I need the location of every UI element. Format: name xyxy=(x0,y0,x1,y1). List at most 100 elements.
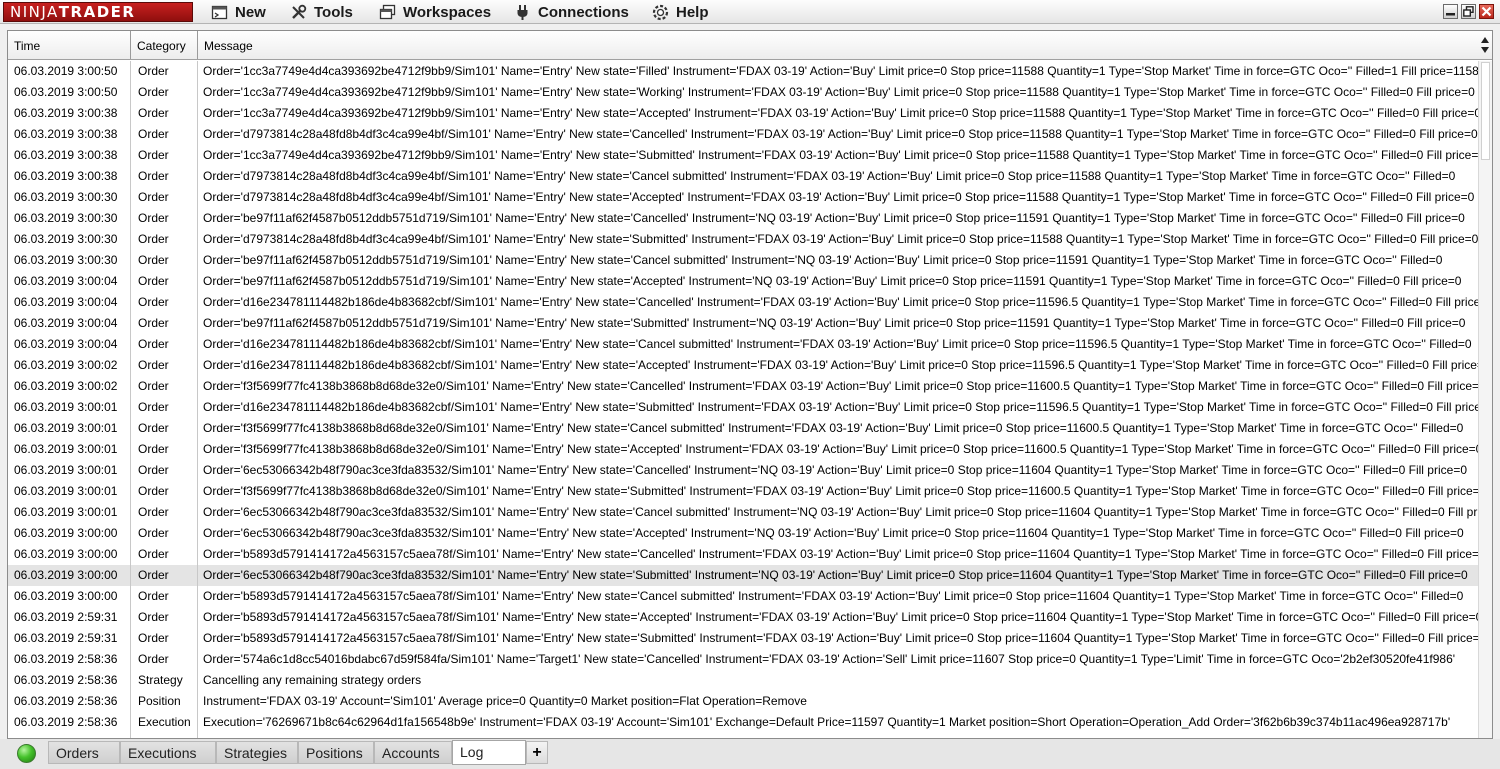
log-cell-time: 06.03.2019 3:00:04 xyxy=(14,316,118,330)
menu-workspaces[interactable]: Workspaces xyxy=(379,2,491,22)
restore-icon xyxy=(1463,6,1474,17)
log-row[interactable]: 06.03.2019 3:00:30 Order Order='be97f11af6… xyxy=(8,208,1478,229)
log-row[interactable]: 06.03.2019 3:00:01 Order Order='6ec5306634… xyxy=(8,502,1478,523)
log-row[interactable]: 06.03.2019 2:58:36 Execution Execution='76… xyxy=(8,712,1478,733)
log-cell-time: 06.03.2019 3:00:04 xyxy=(14,274,118,288)
menu-connections[interactable]: Connections xyxy=(514,2,629,22)
log-cell-time: 06.03.2019 3:00:50 xyxy=(14,64,118,78)
log-row[interactable]: 06.03.2019 2:58:36 Order Order='574a6c1d8c… xyxy=(8,649,1478,670)
log-cell-time: 06.03.2019 3:00:00 xyxy=(14,568,118,582)
log-row[interactable]: 06.03.2019 3:00:04 Order Order='d16e234781… xyxy=(8,334,1478,355)
log-cell-category: Order xyxy=(138,295,169,309)
column-header-message[interactable]: Message xyxy=(198,31,1478,59)
log-cell-category: Order xyxy=(138,106,169,120)
log-cell-category: Order xyxy=(138,484,169,498)
add-tab-button[interactable]: + xyxy=(526,741,548,764)
log-row[interactable]: 06.03.2019 3:00:30 Order Order='d7973814c2… xyxy=(8,229,1478,250)
tab-accounts[interactable]: Accounts xyxy=(374,741,452,764)
log-row[interactable]: 06.03.2019 3:00:02 Order Order='d16e234781… xyxy=(8,355,1478,376)
restore-button[interactable] xyxy=(1461,4,1476,19)
log-row[interactable]: 06.03.2019 2:58:36 Position Instrument='FD… xyxy=(8,691,1478,712)
log-cell-time: 06.03.2019 3:00:30 xyxy=(14,190,118,204)
tab-bar: Orders Executions Strategies Positions Accou… xyxy=(0,739,1500,769)
log-cell-category: Order xyxy=(138,211,169,225)
tab-executions[interactable]: Executions xyxy=(120,741,216,764)
log-row[interactable]: 06.03.2019 3:00:01 Order Order='d16e234781… xyxy=(8,397,1478,418)
close-button[interactable] xyxy=(1479,4,1494,19)
log-cell-message: Order='be97f11af62f4587b0512ddb5751d719/… xyxy=(203,211,1465,225)
log-cell-category: Position xyxy=(138,694,181,708)
scrollbar-thumb[interactable] xyxy=(1481,62,1490,160)
log-row[interactable]: 06.03.2019 3:00:38 Order Order='1cc3a7749e… xyxy=(8,145,1478,166)
log-cell-message: Order='d16e234781114482b186de4b83682cbf/… xyxy=(203,400,1478,414)
log-cell-time: 06.03.2019 2:58:36 xyxy=(14,694,118,708)
log-cell-time: 06.03.2019 3:00:02 xyxy=(14,358,118,372)
vertical-scrollbar[interactable] xyxy=(1478,61,1492,738)
log-cell-message: Instrument='FDAX 03-19' Account='Sim101'… xyxy=(203,694,807,708)
log-row[interactable]: 06.03.2019 2:59:31 Order Order='b5893d5791… xyxy=(8,628,1478,649)
menu-new-label: New xyxy=(235,3,266,21)
sort-arrows-icon[interactable] xyxy=(1480,34,1490,56)
minimize-button[interactable] xyxy=(1443,4,1458,19)
log-row[interactable]: 06.03.2019 3:00:04 Order Order='be97f11af6… xyxy=(8,271,1478,292)
log-cell-category: Order xyxy=(138,64,169,78)
menu-tools[interactable]: Tools xyxy=(290,2,353,22)
log-cell-time: 06.03.2019 3:00:38 xyxy=(14,106,118,120)
menu-workspaces-label: Workspaces xyxy=(403,3,492,21)
log-cell-time: 06.03.2019 3:00:30 xyxy=(14,253,118,267)
log-row[interactable]: 06.03.2019 3:00:50 Order Order='1cc3a7749e… xyxy=(8,82,1478,103)
log-row[interactable]: 06.03.2019 3:00:50 Order Order='1cc3a7749e… xyxy=(8,61,1478,82)
log-cell-category: Strategy xyxy=(138,673,183,687)
log-row[interactable]: 06.03.2019 3:00:01 Order Order='f3f5699f77… xyxy=(8,439,1478,460)
log-cell-category: Order xyxy=(138,232,169,246)
log-row[interactable]: 06.03.2019 3:00:38 Order Order='d7973814c2… xyxy=(8,166,1478,187)
log-cell-time: 06.03.2019 3:00:01 xyxy=(14,400,118,414)
menu-help[interactable]: Help xyxy=(652,2,709,22)
log-cell-time: 06.03.2019 3:00:00 xyxy=(14,547,118,561)
log-cell-category: Order xyxy=(138,190,169,204)
log-cell-category: Order xyxy=(138,442,169,456)
tab-positions[interactable]: Positions xyxy=(298,741,374,764)
log-row[interactable]: 06.03.2019 3:00:00 Order Order='b5893d5791… xyxy=(8,544,1478,565)
log-row[interactable]: 06.03.2019 3:00:01 Order Order='6ec5306634… xyxy=(8,460,1478,481)
log-row[interactable]: 06.03.2019 3:00:01 Order Order='f3f5699f77… xyxy=(8,481,1478,502)
log-row[interactable]: 06.03.2019 3:00:30 Order Order='d7973814c2… xyxy=(8,187,1478,208)
log-cell-message: Order='f3f5699f77fc4138b3868b8d68de32e0/… xyxy=(203,379,1478,393)
log-row[interactable]: 06.03.2019 3:00:04 Order Order='d16e234781… xyxy=(8,292,1478,313)
log-row[interactable]: 06.03.2019 3:00:04 Order Order='be97f11af6… xyxy=(8,313,1478,334)
menu-new[interactable]: New xyxy=(211,2,266,22)
log-cell-message: Order='1cc3a7749e4d4ca393692be4712f9bb9/… xyxy=(203,85,1475,99)
log-cell-message: Order='be97f11af62f4587b0512ddb5751d719/… xyxy=(203,316,1466,330)
log-row[interactable]: 06.03.2019 3:00:30 Order Order='be97f11af6… xyxy=(8,250,1478,271)
log-cell-time: 06.03.2019 3:00:01 xyxy=(14,442,118,456)
log-row[interactable]: 06.03.2019 3:00:00 Order Order='6ec5306634… xyxy=(8,523,1478,544)
log-row[interactable]: 06.03.2019 3:00:00 Order Order='6ec5306634… xyxy=(8,565,1478,586)
log-row[interactable]: 06.03.2019 3:00:38 Order Order='d7973814c2… xyxy=(8,124,1478,145)
log-cell-category: Order xyxy=(138,421,169,435)
log-cell-category: Order xyxy=(138,127,169,141)
log-cell-message: Order='be97f11af62f4587b0512ddb5751d719/… xyxy=(203,253,1443,267)
tab-log[interactable]: Log xyxy=(452,740,526,765)
tab-strategies[interactable]: Strategies xyxy=(216,741,298,764)
log-cell-category: Order xyxy=(138,337,169,351)
log-row[interactable]: 06.03.2019 3:00:00 Order Order='b5893d5791… xyxy=(8,586,1478,607)
log-cell-time: 06.03.2019 2:58:36 xyxy=(14,715,118,729)
log-cell-time: 06.03.2019 3:00:02 xyxy=(14,379,118,393)
column-header-time[interactable]: Time xyxy=(8,31,131,59)
log-row[interactable]: 06.03.2019 2:58:36 Strategy Cancelling any… xyxy=(8,670,1478,691)
log-cell-category: Order xyxy=(138,589,169,603)
log-cell-category: Order xyxy=(138,463,169,477)
tab-orders[interactable]: Orders xyxy=(48,741,120,764)
log-row[interactable]: 06.03.2019 3:00:01 Order Order='f3f5699f77… xyxy=(8,418,1478,439)
title-menu-bar: NINJATRADER New Tools Workspaces Connect… xyxy=(0,0,1500,24)
log-cell-time: 06.03.2019 3:00:00 xyxy=(14,526,118,540)
ninjatrader-logo: NINJATRADER xyxy=(3,2,193,22)
workspaces-icon xyxy=(379,4,396,19)
log-cell-time: 06.03.2019 3:00:01 xyxy=(14,463,118,477)
log-row[interactable]: 06.03.2019 3:00:02 Order Order='f3f5699f77… xyxy=(8,376,1478,397)
log-row[interactable]: 06.03.2019 2:59:31 Order Order='b5893d5791… xyxy=(8,607,1478,628)
log-row[interactable]: 06.03.2019 3:00:38 Order Order='1cc3a7749e… xyxy=(8,103,1478,124)
column-header-category[interactable]: Category xyxy=(131,31,198,59)
connection-status-icon[interactable] xyxy=(17,744,36,763)
log-cell-message: Order='6ec53066342b48f790ac3ce3fda83532/… xyxy=(203,526,1464,540)
